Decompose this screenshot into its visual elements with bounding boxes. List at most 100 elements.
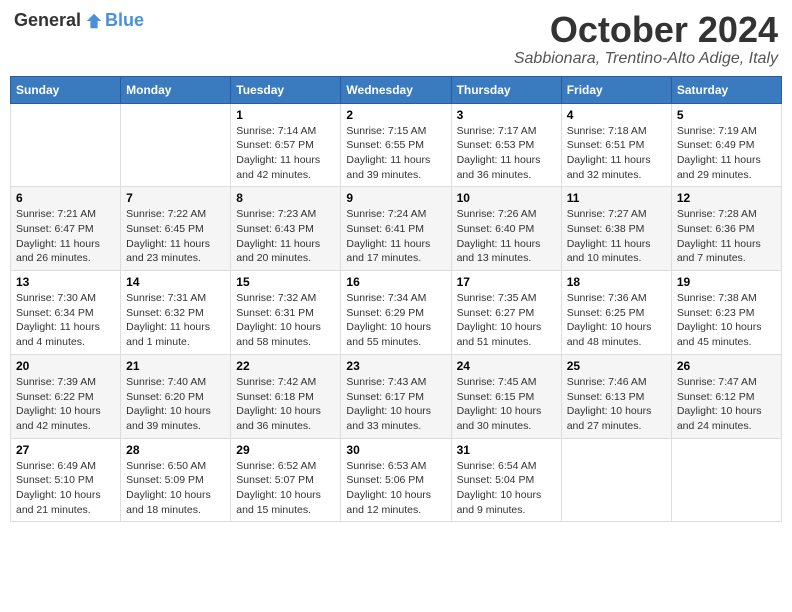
day-info: Sunrise: 7:28 AM Sunset: 6:36 PM Dayligh… <box>677 207 776 266</box>
calendar-cell: 29 Sunrise: 6:52 AM Sunset: 5:07 PM Dayli… <box>231 438 341 522</box>
logo: General Blue <box>14 10 144 31</box>
calendar-cell: 26Sunrise: 7:47 AM Sunset: 6:12 PM Dayli… <box>671 354 781 438</box>
day-number: 10 <box>457 191 556 205</box>
logo-text-blue: Blue <box>105 10 144 31</box>
header-monday: Monday <box>121 76 231 103</box>
calendar-cell: 30Sunrise: 6:53 AM Sunset: 5:06 PM Dayli… <box>341 438 451 522</box>
day-info: Sunrise: 7:31 AM Sunset: 6:32 PM Dayligh… <box>126 291 225 350</box>
calendar-cell: 8 Sunrise: 7:23 AM Sunset: 6:43 PM Daylig… <box>231 187 341 271</box>
day-info: Sunrise: 7:19 AM Sunset: 6:49 PM Dayligh… <box>677 124 776 183</box>
day-number: 3 <box>457 108 556 122</box>
day-info: Sunrise: 6:49 AM Sunset: 5:10 PM Dayligh… <box>16 459 115 518</box>
day-number: 16 <box>346 275 445 289</box>
day-info: Sunrise: 7:46 AM Sunset: 6:13 PM Dayligh… <box>567 375 666 434</box>
header-saturday: Saturday <box>671 76 781 103</box>
calendar-cell: 19Sunrise: 7:38 AM Sunset: 6:23 PM Dayli… <box>671 271 781 355</box>
logo-text-general: General <box>14 10 81 31</box>
calendar-cell: 20 Sunrise: 7:39 AM Sunset: 6:22 PM Dayli… <box>11 354 121 438</box>
day-info: Sunrise: 7:18 AM Sunset: 6:51 PM Dayligh… <box>567 124 666 183</box>
calendar-cell: 21Sunrise: 7:40 AM Sunset: 6:20 PM Dayli… <box>121 354 231 438</box>
calendar-week-row: 13Sunrise: 7:30 AM Sunset: 6:34 PM Dayli… <box>11 271 782 355</box>
page-header: General Blue October 2024 Sabbionara, Tr… <box>10 10 782 68</box>
day-info: Sunrise: 7:35 AM Sunset: 6:27 PM Dayligh… <box>457 291 556 350</box>
calendar-cell <box>671 438 781 522</box>
day-number: 18 <box>567 275 666 289</box>
header-friday: Friday <box>561 76 671 103</box>
calendar-cell: 13Sunrise: 7:30 AM Sunset: 6:34 PM Dayli… <box>11 271 121 355</box>
calendar-cell: 24 Sunrise: 7:45 AM Sunset: 6:15 PM Dayli… <box>451 354 561 438</box>
location-title: Sabbionara, Trentino-Alto Adige, Italy <box>514 50 778 68</box>
calendar-cell: 14 Sunrise: 7:31 AM Sunset: 6:32 PM Dayli… <box>121 271 231 355</box>
calendar-cell: 23 Sunrise: 7:43 AM Sunset: 6:17 PM Dayli… <box>341 354 451 438</box>
calendar-week-row: 1Sunrise: 7:14 AM Sunset: 6:57 PM Daylig… <box>11 103 782 187</box>
header-wednesday: Wednesday <box>341 76 451 103</box>
day-info: Sunrise: 7:15 AM Sunset: 6:55 PM Dayligh… <box>346 124 445 183</box>
day-info: Sunrise: 6:54 AM Sunset: 5:04 PM Dayligh… <box>457 459 556 518</box>
day-number: 15 <box>236 275 335 289</box>
calendar-cell: 7Sunrise: 7:22 AM Sunset: 6:45 PM Daylig… <box>121 187 231 271</box>
day-number: 31 <box>457 443 556 457</box>
day-info: Sunrise: 7:36 AM Sunset: 6:25 PM Dayligh… <box>567 291 666 350</box>
header-tuesday: Tuesday <box>231 76 341 103</box>
day-info: Sunrise: 7:21 AM Sunset: 6:47 PM Dayligh… <box>16 207 115 266</box>
day-info: Sunrise: 7:45 AM Sunset: 6:15 PM Dayligh… <box>457 375 556 434</box>
day-number: 11 <box>567 191 666 205</box>
calendar-cell: 11 Sunrise: 7:27 AM Sunset: 6:38 PM Dayli… <box>561 187 671 271</box>
day-number: 27 <box>16 443 115 457</box>
day-info: Sunrise: 7:34 AM Sunset: 6:29 PM Dayligh… <box>346 291 445 350</box>
calendar-cell <box>11 103 121 187</box>
calendar-cell: 3 Sunrise: 7:17 AM Sunset: 6:53 PM Daylig… <box>451 103 561 187</box>
calendar-cell: 6Sunrise: 7:21 AM Sunset: 6:47 PM Daylig… <box>11 187 121 271</box>
weekday-header-row: Sunday Monday Tuesday Wednesday Thursday… <box>11 76 782 103</box>
day-number: 24 <box>457 359 556 373</box>
day-number: 2 <box>346 108 445 122</box>
header-sunday: Sunday <box>11 76 121 103</box>
day-number: 20 <box>16 359 115 373</box>
logo-icon <box>85 12 103 30</box>
day-number: 14 <box>126 275 225 289</box>
day-info: Sunrise: 6:50 AM Sunset: 5:09 PM Dayligh… <box>126 459 225 518</box>
calendar-cell: 12 Sunrise: 7:28 AM Sunset: 6:36 PM Dayli… <box>671 187 781 271</box>
day-info: Sunrise: 7:30 AM Sunset: 6:34 PM Dayligh… <box>16 291 115 350</box>
calendar-cell: 31 Sunrise: 6:54 AM Sunset: 5:04 PM Dayli… <box>451 438 561 522</box>
day-number: 25 <box>567 359 666 373</box>
day-number: 28 <box>126 443 225 457</box>
day-number: 12 <box>677 191 776 205</box>
day-info: Sunrise: 7:32 AM Sunset: 6:31 PM Dayligh… <box>236 291 335 350</box>
calendar-cell: 15 Sunrise: 7:32 AM Sunset: 6:31 PM Dayli… <box>231 271 341 355</box>
day-number: 5 <box>677 108 776 122</box>
day-info: Sunrise: 7:24 AM Sunset: 6:41 PM Dayligh… <box>346 207 445 266</box>
calendar-cell: 4 Sunrise: 7:18 AM Sunset: 6:51 PM Daylig… <box>561 103 671 187</box>
day-info: Sunrise: 7:39 AM Sunset: 6:22 PM Dayligh… <box>16 375 115 434</box>
day-number: 19 <box>677 275 776 289</box>
day-number: 23 <box>346 359 445 373</box>
day-info: Sunrise: 6:52 AM Sunset: 5:07 PM Dayligh… <box>236 459 335 518</box>
day-number: 9 <box>346 191 445 205</box>
day-info: Sunrise: 7:47 AM Sunset: 6:12 PM Dayligh… <box>677 375 776 434</box>
calendar-week-row: 6Sunrise: 7:21 AM Sunset: 6:47 PM Daylig… <box>11 187 782 271</box>
calendar-cell: 17 Sunrise: 7:35 AM Sunset: 6:27 PM Dayli… <box>451 271 561 355</box>
day-info: Sunrise: 7:22 AM Sunset: 6:45 PM Dayligh… <box>126 207 225 266</box>
calendar-cell: 18 Sunrise: 7:36 AM Sunset: 6:25 PM Dayli… <box>561 271 671 355</box>
calendar-week-row: 27 Sunrise: 6:49 AM Sunset: 5:10 PM Dayli… <box>11 438 782 522</box>
day-number: 29 <box>236 443 335 457</box>
day-info: Sunrise: 7:14 AM Sunset: 6:57 PM Dayligh… <box>236 124 335 183</box>
calendar-cell: 25 Sunrise: 7:46 AM Sunset: 6:13 PM Dayli… <box>561 354 671 438</box>
day-info: Sunrise: 7:23 AM Sunset: 6:43 PM Dayligh… <box>236 207 335 266</box>
calendar-cell: 9 Sunrise: 7:24 AM Sunset: 6:41 PM Daylig… <box>341 187 451 271</box>
calendar-cell <box>121 103 231 187</box>
day-info: Sunrise: 7:26 AM Sunset: 6:40 PM Dayligh… <box>457 207 556 266</box>
calendar-week-row: 20 Sunrise: 7:39 AM Sunset: 6:22 PM Dayli… <box>11 354 782 438</box>
calendar-cell: 10 Sunrise: 7:26 AM Sunset: 6:40 PM Dayli… <box>451 187 561 271</box>
day-number: 4 <box>567 108 666 122</box>
calendar-cell: 22Sunrise: 7:42 AM Sunset: 6:18 PM Dayli… <box>231 354 341 438</box>
day-number: 17 <box>457 275 556 289</box>
calendar-table: Sunday Monday Tuesday Wednesday Thursday… <box>10 76 782 523</box>
day-info: Sunrise: 7:43 AM Sunset: 6:17 PM Dayligh… <box>346 375 445 434</box>
day-info: Sunrise: 6:53 AM Sunset: 5:06 PM Dayligh… <box>346 459 445 518</box>
day-number: 22 <box>236 359 335 373</box>
calendar-cell: 16 Sunrise: 7:34 AM Sunset: 6:29 PM Dayli… <box>341 271 451 355</box>
day-info: Sunrise: 7:17 AM Sunset: 6:53 PM Dayligh… <box>457 124 556 183</box>
day-number: 8 <box>236 191 335 205</box>
day-info: Sunrise: 7:27 AM Sunset: 6:38 PM Dayligh… <box>567 207 666 266</box>
